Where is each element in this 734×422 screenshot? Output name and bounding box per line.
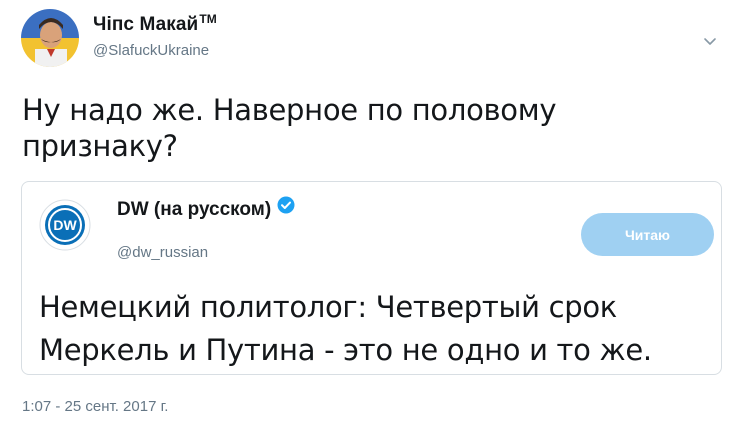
dw-logo-icon[interactable]: DW — [38, 198, 92, 252]
quoted-tweet[interactable]: DW DW (на русском) @dw_russian Читаю Нем… — [21, 181, 722, 375]
trademark-mark: TM — [199, 12, 217, 26]
avatar-image — [21, 9, 79, 67]
author-handle[interactable]: @SlafuckUkraine — [93, 42, 209, 59]
quoted-name-text: DW (на русском) — [117, 199, 272, 221]
quoted-text-line: Меркель и Путина - это не одно и то же. — [39, 333, 652, 367]
author-name-text: Чіпс Макай — [93, 14, 199, 35]
svg-text:DW: DW — [53, 217, 77, 233]
following-button[interactable]: Читаю — [581, 213, 714, 256]
chevron-down-icon[interactable] — [702, 34, 718, 50]
quoted-tweet-text: Немецкий политолог: Четвертый срок Мерке… — [39, 286, 719, 372]
quoted-display-name[interactable]: DW (на русском) — [117, 196, 295, 222]
verified-badge-icon — [277, 196, 295, 220]
tweet-card: Чіпс МакайTM @SlafuckUkraine Ну надо же.… — [0, 0, 734, 422]
quoted-text-line: Немецкий политолог: Четвертый срок — [39, 290, 617, 324]
author-display-name[interactable]: Чіпс МакайTM — [93, 12, 217, 36]
tweet-timestamp[interactable]: 1:07 - 25 сент. 2017 г. — [22, 398, 168, 415]
author-avatar[interactable] — [21, 9, 79, 67]
tweet-text: Ну надо же. Наверное по половому признак… — [22, 92, 702, 164]
tweet-text-line: признаку? — [22, 129, 178, 163]
quoted-handle[interactable]: @dw_russian — [117, 244, 208, 261]
tweet-text-line: Ну надо же. Наверное по половому — [22, 93, 557, 127]
